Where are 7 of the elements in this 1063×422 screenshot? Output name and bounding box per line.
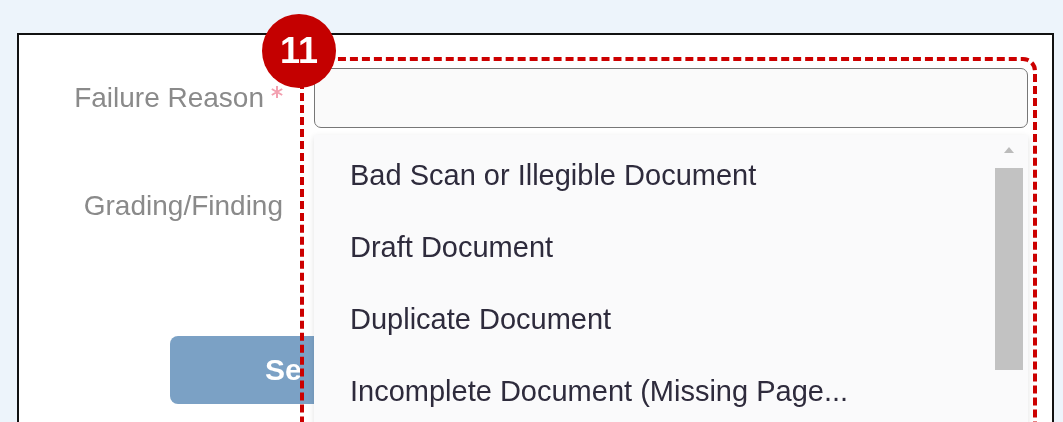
dropdown-option[interactable]: Bad Scan or Illegible Document <box>314 157 994 194</box>
dropdown-option[interactable]: Duplicate Document <box>314 301 994 338</box>
dropdown-option[interactable]: Draft Document <box>314 229 994 266</box>
field-label: Grading/Finding <box>83 190 283 222</box>
step-badge: 11 <box>262 14 336 88</box>
field-label: Failure Reason <box>74 82 264 114</box>
select-field[interactable] <box>314 68 1028 128</box>
